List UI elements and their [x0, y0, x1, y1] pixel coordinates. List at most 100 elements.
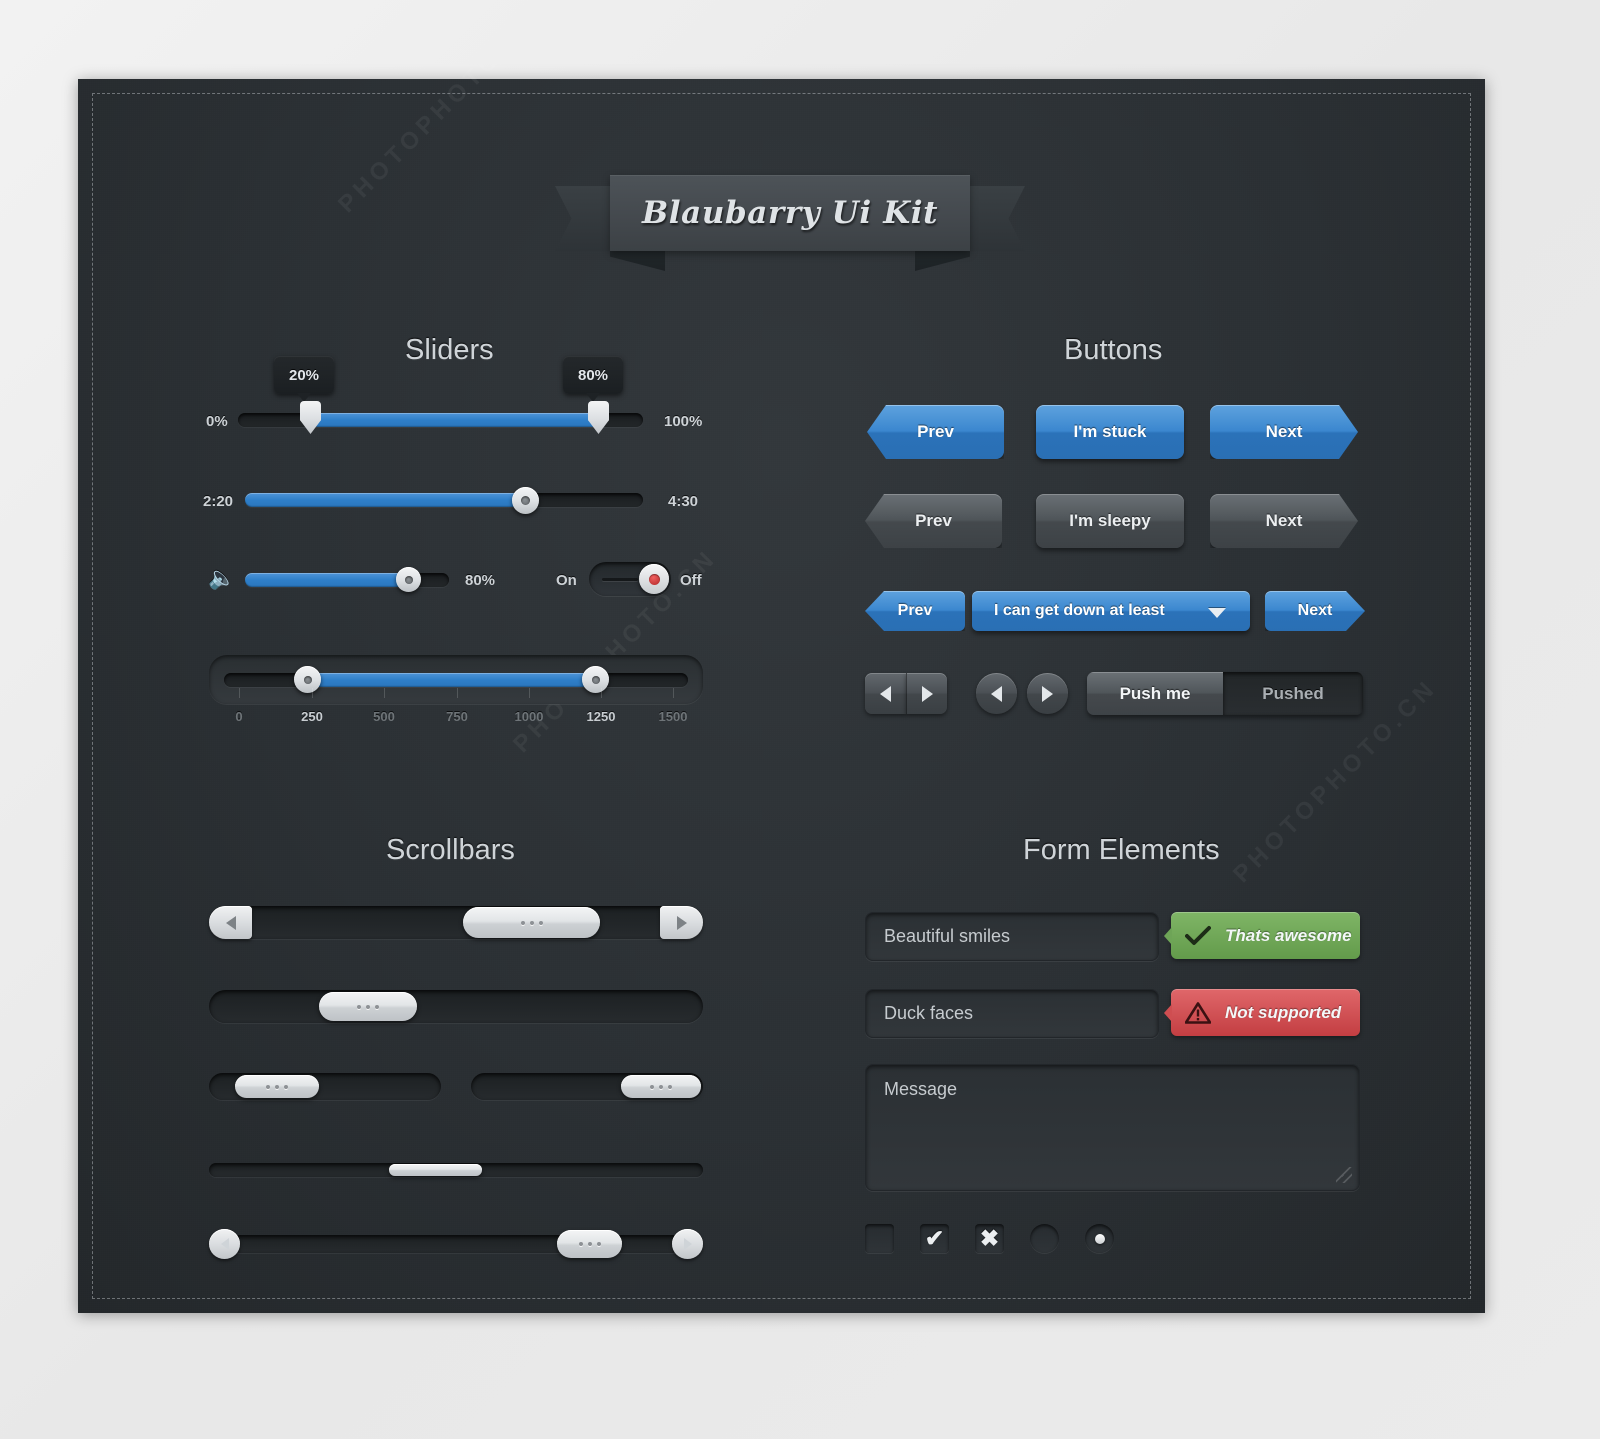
success-badge: Thats awesome	[1164, 912, 1360, 959]
scrollbar-track[interactable]	[209, 990, 703, 1023]
on-off-toggle[interactable]	[589, 562, 671, 596]
push-me-button[interactable]: Push me	[1087, 672, 1223, 715]
prev-button-grey[interactable]: Prev	[865, 494, 1002, 548]
scrollbar-short-right	[471, 1073, 703, 1100]
slider-high-bubble: 80%	[563, 356, 623, 402]
range-tick-250: 250	[301, 709, 323, 724]
radio-empty[interactable]	[1030, 1224, 1059, 1253]
input-value: Duck faces	[884, 1003, 974, 1023]
scrollbar-with-arrows	[209, 906, 703, 939]
beautiful-smiles-input[interactable]: Beautiful smiles	[865, 912, 1159, 961]
numeric-range-handle-high[interactable]	[582, 666, 609, 693]
sliders-heading: Sliders	[405, 334, 494, 366]
scrollbar-thumb[interactable]	[319, 992, 417, 1021]
square-nav-group	[865, 673, 947, 714]
radio-dot-icon	[1094, 1233, 1105, 1244]
scrollbar-left-arrow-button[interactable]	[209, 1229, 240, 1259]
next-button-grey[interactable]: Next	[1210, 494, 1358, 548]
range-tick-1000: 1000	[514, 709, 544, 724]
badge-label: Not supported	[1225, 1002, 1342, 1022]
checkbox-empty[interactable]	[865, 1224, 894, 1253]
scrollbar-thumb[interactable]	[621, 1075, 701, 1098]
duck-faces-input[interactable]: Duck faces	[865, 989, 1159, 1038]
segmented-push-group: Push me Pushed	[1087, 672, 1363, 715]
toggle-track-line	[602, 578, 638, 581]
checkbox-checked[interactable]: ✔	[920, 1224, 949, 1253]
radio-selected[interactable]	[1085, 1224, 1114, 1253]
checkbox-crossed[interactable]: ✖	[975, 1224, 1004, 1253]
grip-dots-icon	[357, 1004, 379, 1009]
scrollbars-heading: Scrollbars	[386, 834, 515, 866]
im-stuck-button[interactable]: I'm stuck	[1036, 405, 1184, 459]
grip-dots-icon	[650, 1084, 672, 1089]
numeric-range-well	[209, 655, 703, 704]
ui-kit-panel: PHOTOPHOTO.CN PHOTOPHOTO.CN PHOTOPHOTO.C…	[78, 4, 1485, 1313]
button-label: Next	[1265, 511, 1303, 530]
toggle-knob[interactable]	[639, 564, 669, 594]
triangle-right-icon	[1042, 685, 1053, 702]
scrollbar-thin	[209, 1163, 703, 1177]
scrollbar-thumb[interactable]	[235, 1075, 319, 1098]
scrollbar-right-arrow-button[interactable]	[672, 1229, 703, 1259]
button-label: Next	[1297, 602, 1333, 619]
toggle-off-label: Off	[680, 572, 702, 589]
scrollbar-short-left	[209, 1073, 441, 1100]
numeric-range-handle-low[interactable]	[294, 666, 321, 693]
nav-next-square-button[interactable]	[906, 673, 947, 714]
scrollbar-track[interactable]	[209, 906, 703, 939]
im-sleepy-button[interactable]: I'm sleepy	[1036, 494, 1184, 548]
range-tick-1250: 1250	[586, 709, 616, 724]
range-tick-0: 0	[235, 709, 243, 724]
ribbon-plate: Blaubarry Ui Kit	[610, 175, 970, 251]
speaker-icon: 🔈	[208, 565, 236, 590]
check-icon: ✔	[924, 1225, 945, 1251]
scrollbar-right-arrow-button[interactable]	[660, 906, 703, 939]
error-badge: Not supported	[1164, 989, 1360, 1036]
slider-max-label: 100%	[664, 413, 703, 430]
scrollbar-thumb[interactable]	[463, 907, 600, 938]
scrollbar-plain	[209, 990, 703, 1023]
message-textarea[interactable]: Message	[865, 1064, 1360, 1191]
volume-slider-handle[interactable]	[396, 567, 421, 592]
grip-dots-icon	[520, 920, 543, 925]
scrollbar-thumb[interactable]	[389, 1164, 482, 1176]
triangle-left-icon	[225, 915, 236, 930]
dropdown-button[interactable]: I can get down at least	[972, 591, 1250, 631]
time-slider-fill	[245, 493, 525, 507]
button-label: Prev	[915, 511, 952, 530]
next-button-blue[interactable]: Next	[1210, 405, 1358, 459]
percent-slider-handle-high[interactable]	[588, 401, 609, 434]
triangle-right-icon	[683, 1238, 692, 1250]
grip-dots-icon	[266, 1084, 288, 1089]
pushed-button[interactable]: Pushed	[1223, 672, 1363, 715]
volume-value-label: 80%	[465, 572, 496, 589]
triangle-left-icon	[220, 1238, 229, 1250]
time-slider-handle[interactable]	[512, 487, 539, 514]
dropdown-label: I can get down at least	[994, 602, 1165, 619]
scrollbar-overlay-arrows	[209, 1229, 703, 1259]
button-label: Prev	[917, 422, 954, 441]
prev-button-blue[interactable]: Prev	[867, 405, 1004, 459]
buttons-heading: Buttons	[1064, 334, 1163, 366]
scrollbar-left-arrow-button[interactable]	[209, 906, 252, 939]
prev-button-small[interactable]: Prev	[865, 591, 965, 631]
percent-slider-fill	[311, 413, 599, 427]
percent-slider-handle-low[interactable]	[300, 401, 321, 434]
numeric-range-fill	[306, 673, 594, 687]
slider-low-bubble: 20%	[274, 356, 334, 402]
slider-min-label: 0%	[206, 413, 228, 430]
triangle-right-icon	[676, 915, 687, 930]
scrollbar-thumb[interactable]	[557, 1230, 622, 1258]
triangle-left-icon	[880, 685, 891, 702]
nav-prev-circle-button[interactable]	[976, 673, 1017, 714]
watermark: PHOTOPHOTO.CN	[333, 3, 548, 219]
resize-handle-icon[interactable]	[1336, 1167, 1352, 1183]
triangle-right-icon	[921, 685, 933, 702]
next-button-small[interactable]: Next	[1265, 591, 1365, 631]
range-tick-750: 750	[446, 709, 468, 724]
toggle-on-label: On	[556, 572, 577, 589]
nav-prev-square-button[interactable]	[865, 673, 906, 714]
button-label: Next	[1265, 422, 1303, 441]
nav-next-circle-button[interactable]	[1027, 673, 1068, 714]
range-tick-500: 500	[373, 709, 395, 724]
